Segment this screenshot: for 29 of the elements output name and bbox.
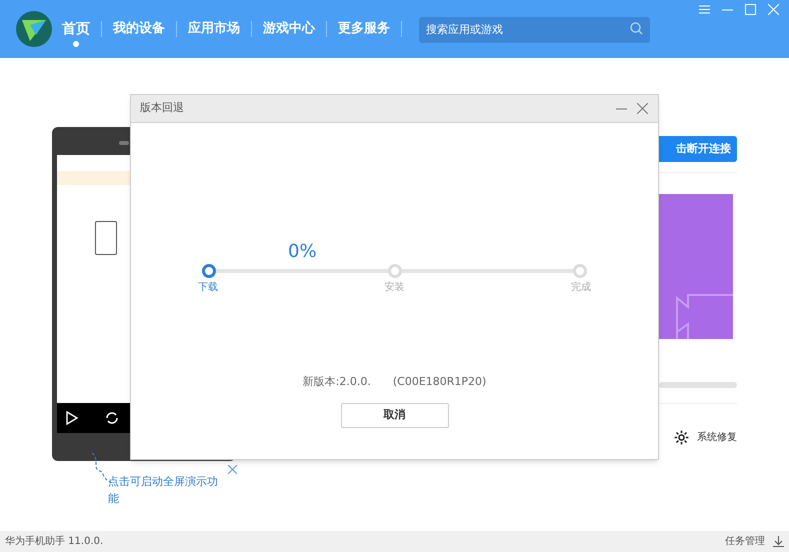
version-text: 新版本:2.0.0. — [302, 374, 371, 390]
nav-tab[interactable]: 首页 — [62, 11, 90, 47]
download-icon[interactable] — [773, 536, 784, 547]
play-icon[interactable] — [65, 411, 79, 425]
version-code: (C00E180R1P20) — [392, 374, 486, 390]
repair-label[interactable]: 系统修复 — [697, 430, 737, 445]
logo-icon — [16, 11, 52, 47]
search-field[interactable]: 搜索应用或游戏 — [419, 16, 650, 42]
menu-icon[interactable] — [699, 4, 710, 15]
close-icon[interactable] — [228, 465, 237, 474]
refresh-icon[interactable] — [105, 411, 119, 425]
nav-tab[interactable]: 我的设备 — [113, 11, 165, 47]
step-label: 安装 — [384, 280, 404, 295]
maximize-icon[interactable] — [745, 4, 756, 15]
close-icon[interactable] — [637, 103, 648, 114]
app-version: 华为手机助手 11.0.0. — [5, 534, 104, 549]
disconnect-button[interactable]: 击断开连接 — [659, 136, 737, 162]
step-label: 下载 — [198, 280, 218, 295]
nav-tab[interactable]: 应用市场 — [188, 11, 240, 47]
progress-percent: 0% — [288, 242, 317, 262]
dialog-title: 版本回退 — [140, 100, 184, 116]
nav-tab[interactable]: 游戏中心 — [263, 11, 315, 47]
search-icon[interactable] — [630, 22, 643, 35]
tip-text: 点击可启动全屏演示功能 — [108, 474, 219, 507]
nav-tab[interactable]: 更多服务 — [338, 11, 390, 47]
banner-shape-icon — [676, 294, 733, 339]
cancel-button[interactable]: 取消 — [340, 402, 448, 428]
task-manager-link[interactable]: 任务管理 — [725, 534, 765, 549]
step-label: 完成 — [571, 280, 591, 295]
